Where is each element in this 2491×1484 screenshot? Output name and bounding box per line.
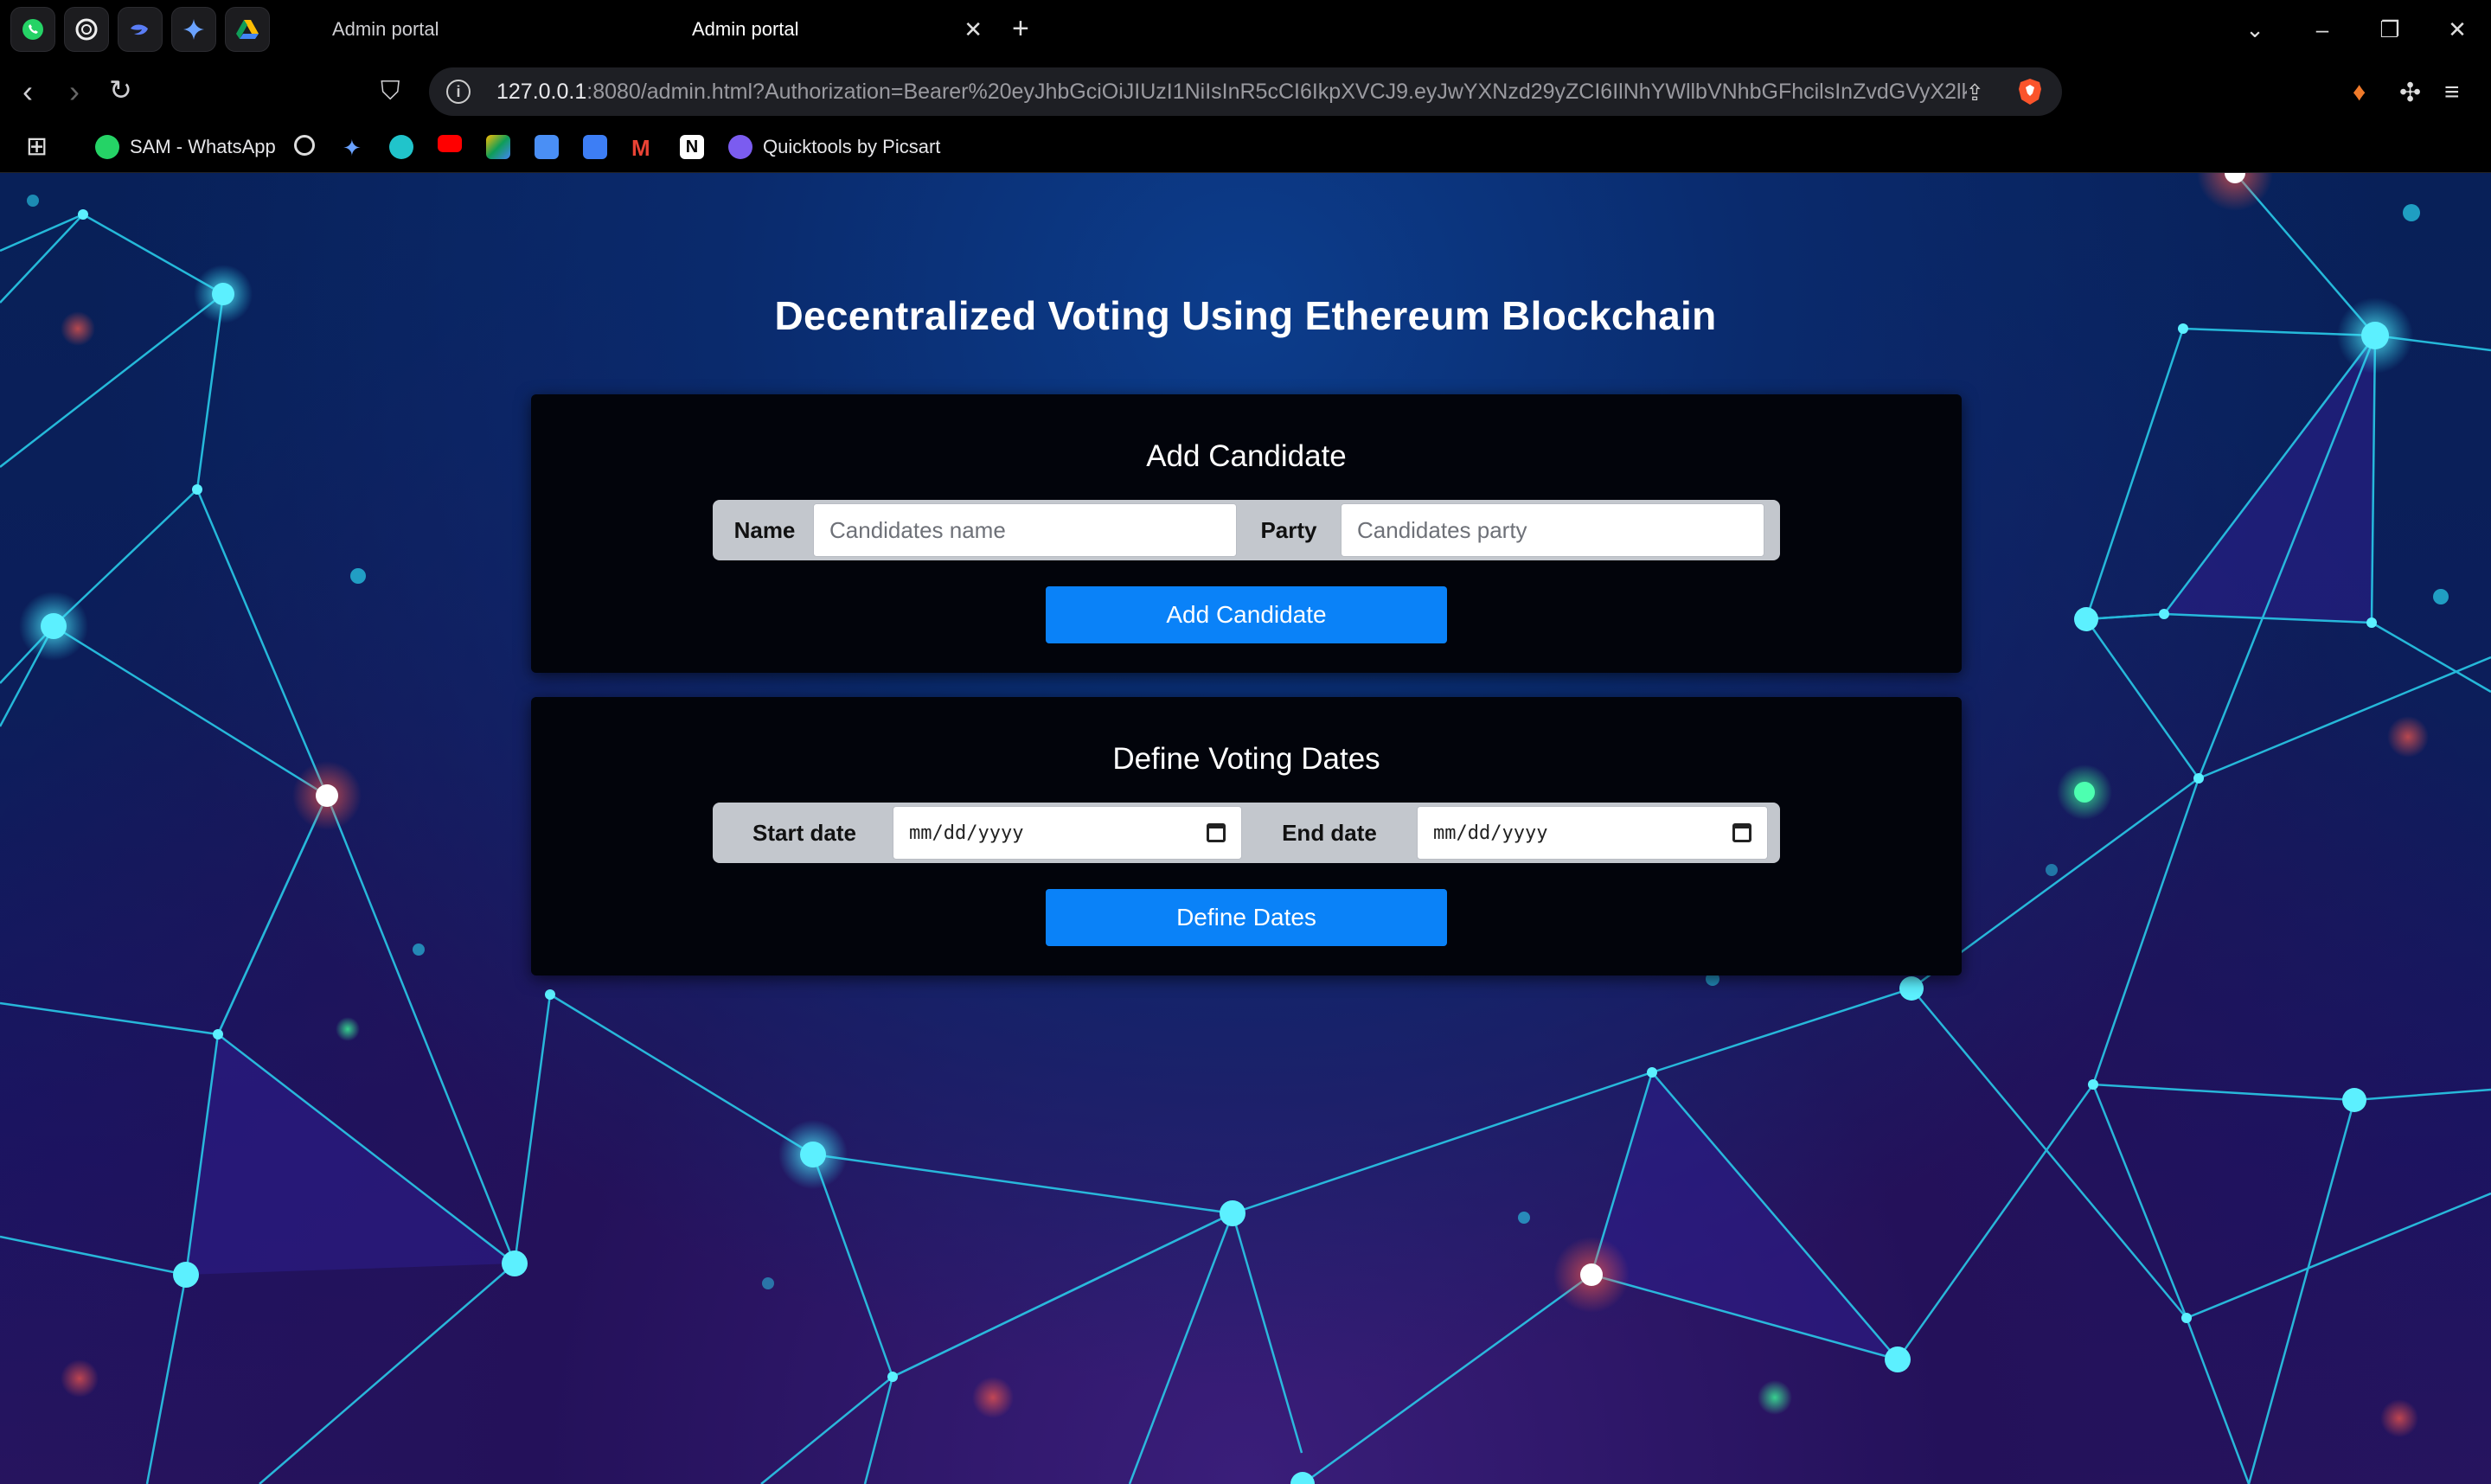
close-tab-icon[interactable]: ✕ [964, 16, 983, 43]
gmail-icon[interactable]: M [631, 135, 650, 162]
start-date-input[interactable]: mm/dd/yyyy [893, 806, 1242, 860]
apps-grid-icon[interactable]: ⊞ [26, 131, 48, 162]
back-icon[interactable]: ‹ [22, 74, 33, 109]
google-drive-icon [486, 135, 510, 159]
page-title: Decentralized Voting Using Ethereum Bloc… [774, 293, 1717, 338]
url-text[interactable]: 127.0.0.1:8080/admin.html?Authorization=… [496, 80, 1967, 105]
tab-title: Admin portal [332, 18, 439, 40]
voting-dates-title: Define Voting Dates [1112, 742, 1380, 776]
menu-icon[interactable]: ≡ [2444, 78, 2460, 107]
calendar-icon[interactable] [1207, 823, 1226, 842]
contacts-icon [535, 135, 559, 159]
google-drive-icon [236, 20, 259, 39]
add-candidate-card: Add Candidate Name Candidates name Party… [531, 394, 1962, 673]
pinned-tab-gemini[interactable] [171, 7, 216, 52]
browser-navbar: ‹ › ↻ ⛉ i 127.0.0.1:8080/admin.html?Auth… [0, 59, 2491, 125]
gemini-icon [183, 19, 204, 40]
tab-search-icon[interactable]: ⌄ [2221, 16, 2289, 43]
bookmark-sam-whatsapp[interactable]: SAM - WhatsApp [95, 135, 276, 159]
dates-input-group: Start date mm/dd/yyyy End date mm/dd/yyy… [713, 803, 1780, 863]
bookmark-docs[interactable] [583, 135, 607, 159]
deepseek-icon [131, 24, 148, 35]
gemini-icon[interactable]: ✦ [343, 135, 362, 162]
bookmark-quicktools[interactable]: Quicktools by Picsart [728, 135, 940, 159]
admin-page: Decentralized Voting Using Ethereum Bloc… [0, 173, 2491, 1484]
candidate-input-group: Name Candidates name Party Candidates pa… [713, 500, 1780, 560]
bookmark-notion[interactable]: N [680, 135, 704, 159]
add-candidate-button[interactable]: Add Candidate [1046, 586, 1447, 643]
start-date-label: Start date [752, 819, 856, 846]
canva-icon [389, 135, 413, 159]
youtube-icon [438, 135, 462, 152]
pinned-tabs [0, 7, 270, 52]
picsart-icon [728, 135, 752, 159]
pinned-tab-whatsapp[interactable] [10, 7, 55, 52]
voting-dates-card: Define Voting Dates Start date mm/dd/yyy… [531, 697, 1962, 975]
window-controls: ⌄ – ❐ ✕ [2221, 0, 2491, 59]
chatgpt-icon [294, 135, 315, 156]
bookmark-drive[interactable] [486, 135, 510, 159]
tab-admin-portal-1[interactable]: Admin portal [311, 7, 657, 52]
pinned-tab-drive[interactable] [225, 7, 270, 52]
forward-icon[interactable]: › [69, 74, 80, 109]
bookmarks-bar: ⊞ SAM - WhatsApp ✦ M N Quicktools by Pic… [0, 125, 2491, 173]
candidate-name-input[interactable]: Candidates name [813, 503, 1237, 557]
bookmark-contacts[interactable] [535, 135, 559, 159]
reload-icon[interactable]: ↻ [109, 73, 132, 107]
end-date-input[interactable]: mm/dd/yyyy [1417, 806, 1768, 860]
bookmark-chatgpt[interactable] [294, 135, 315, 156]
minimize-icon[interactable]: – [2289, 16, 2356, 43]
name-label: Name [733, 516, 796, 543]
tab-title: Admin portal [692, 18, 799, 40]
party-label: Party [1260, 516, 1317, 543]
pinned-tab-chatgpt[interactable] [64, 7, 109, 52]
define-dates-button[interactable]: Define Dates [1046, 889, 1447, 946]
add-candidate-title: Add Candidate [1146, 439, 1347, 473]
calendar-icon[interactable] [1732, 823, 1751, 842]
whatsapp-icon [95, 135, 119, 159]
restore-icon[interactable]: ❐ [2356, 16, 2424, 43]
bookmark-youtube[interactable] [438, 135, 462, 152]
docs-icon [583, 135, 607, 159]
candidate-party-input[interactable]: Candidates party [1341, 503, 1764, 557]
brave-shield-icon[interactable] [2017, 78, 2043, 106]
chatgpt-icon [75, 18, 98, 41]
metamask-icon[interactable]: ♦ [2353, 78, 2366, 107]
bookmark-icon[interactable]: ⛉ [381, 74, 400, 109]
tab-admin-portal-2[interactable]: Admin portal ✕ [671, 7, 1000, 52]
extensions-icon[interactable]: ✣ [2399, 78, 2421, 108]
notion-icon: N [680, 135, 704, 159]
share-icon[interactable]: ⇪ [1965, 80, 1984, 106]
end-date-label: End date [1282, 819, 1377, 846]
browser-tabbar: Admin portal Admin portal ✕ + ⌄ – ❐ ✕ [0, 0, 2491, 59]
new-tab-icon[interactable]: + [1012, 12, 1029, 46]
close-window-icon[interactable]: ✕ [2424, 16, 2491, 43]
pinned-tab-deepseek[interactable] [118, 7, 163, 52]
bookmark-canva[interactable] [389, 135, 413, 159]
address-bar[interactable]: i 127.0.0.1:8080/admin.html?Authorizatio… [429, 67, 2062, 116]
site-info-icon[interactable]: i [446, 80, 471, 104]
whatsapp-icon [22, 19, 43, 40]
